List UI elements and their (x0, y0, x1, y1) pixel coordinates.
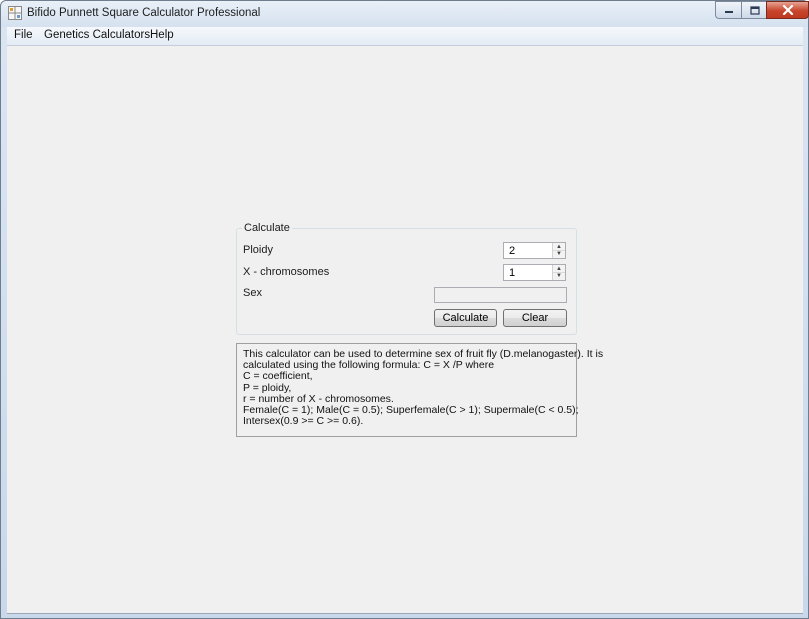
app-window: Bifido Punnett Square Calculator Profess… (0, 0, 809, 619)
arrow-down-icon: ▼ (556, 272, 562, 279)
calculate-button[interactable]: Calculate (434, 309, 497, 327)
menu-genetics-calculators[interactable]: Genetics Calculators (44, 29, 150, 41)
close-button[interactable] (766, 1, 809, 19)
title-bar[interactable]: Bifido Punnett Square Calculator Profess… (1, 1, 809, 27)
calculate-group-title: Calculate (242, 222, 292, 234)
arrow-up-icon: ▲ (556, 243, 562, 250)
sex-result-field (434, 287, 567, 303)
menu-file[interactable]: File (14, 29, 33, 41)
minimize-icon (725, 11, 733, 13)
ploidy-spinbox[interactable]: 2 ▲ ▼ (503, 242, 566, 259)
maximize-button[interactable] (741, 1, 767, 19)
x-chromosomes-value[interactable]: 1 (509, 267, 515, 279)
ploidy-label: Ploidy (243, 244, 273, 256)
close-icon (782, 5, 793, 15)
info-line: Intersex(0.9 >= C >= 0.6). (243, 415, 364, 428)
ploidy-value[interactable]: 2 (509, 245, 515, 257)
ploidy-decrement-button[interactable]: ▼ (553, 250, 565, 257)
x-chromosomes-spin-buttons: ▲ ▼ (552, 265, 565, 280)
ploidy-spin-buttons: ▲ ▼ (552, 243, 565, 258)
maximize-icon (749, 5, 760, 15)
menu-bar: File Genetics Calculators Help (7, 27, 803, 46)
minimize-button[interactable] (715, 1, 742, 19)
punnett-app-icon (8, 6, 22, 20)
x-chromosomes-spinbox[interactable]: 1 ▲ ▼ (503, 264, 566, 281)
x-chromosomes-label: X - chromosomes (243, 266, 330, 278)
client-area: Calculate Ploidy 2 ▲ ▼ X - chromosomes 1… (7, 46, 803, 614)
info-panel: This calculator can be used to determine… (236, 343, 603, 437)
sex-label: Sex (243, 287, 262, 299)
x-chromosomes-decrement-button[interactable]: ▼ (553, 272, 565, 279)
arrow-up-icon: ▲ (556, 265, 562, 272)
info-line: C = coefficient, (243, 370, 313, 383)
window-title: Bifido Punnett Square Calculator Profess… (27, 7, 261, 19)
menu-help[interactable]: Help (150, 29, 174, 41)
clear-button[interactable]: Clear (503, 309, 567, 327)
arrow-down-icon: ▼ (556, 250, 562, 257)
